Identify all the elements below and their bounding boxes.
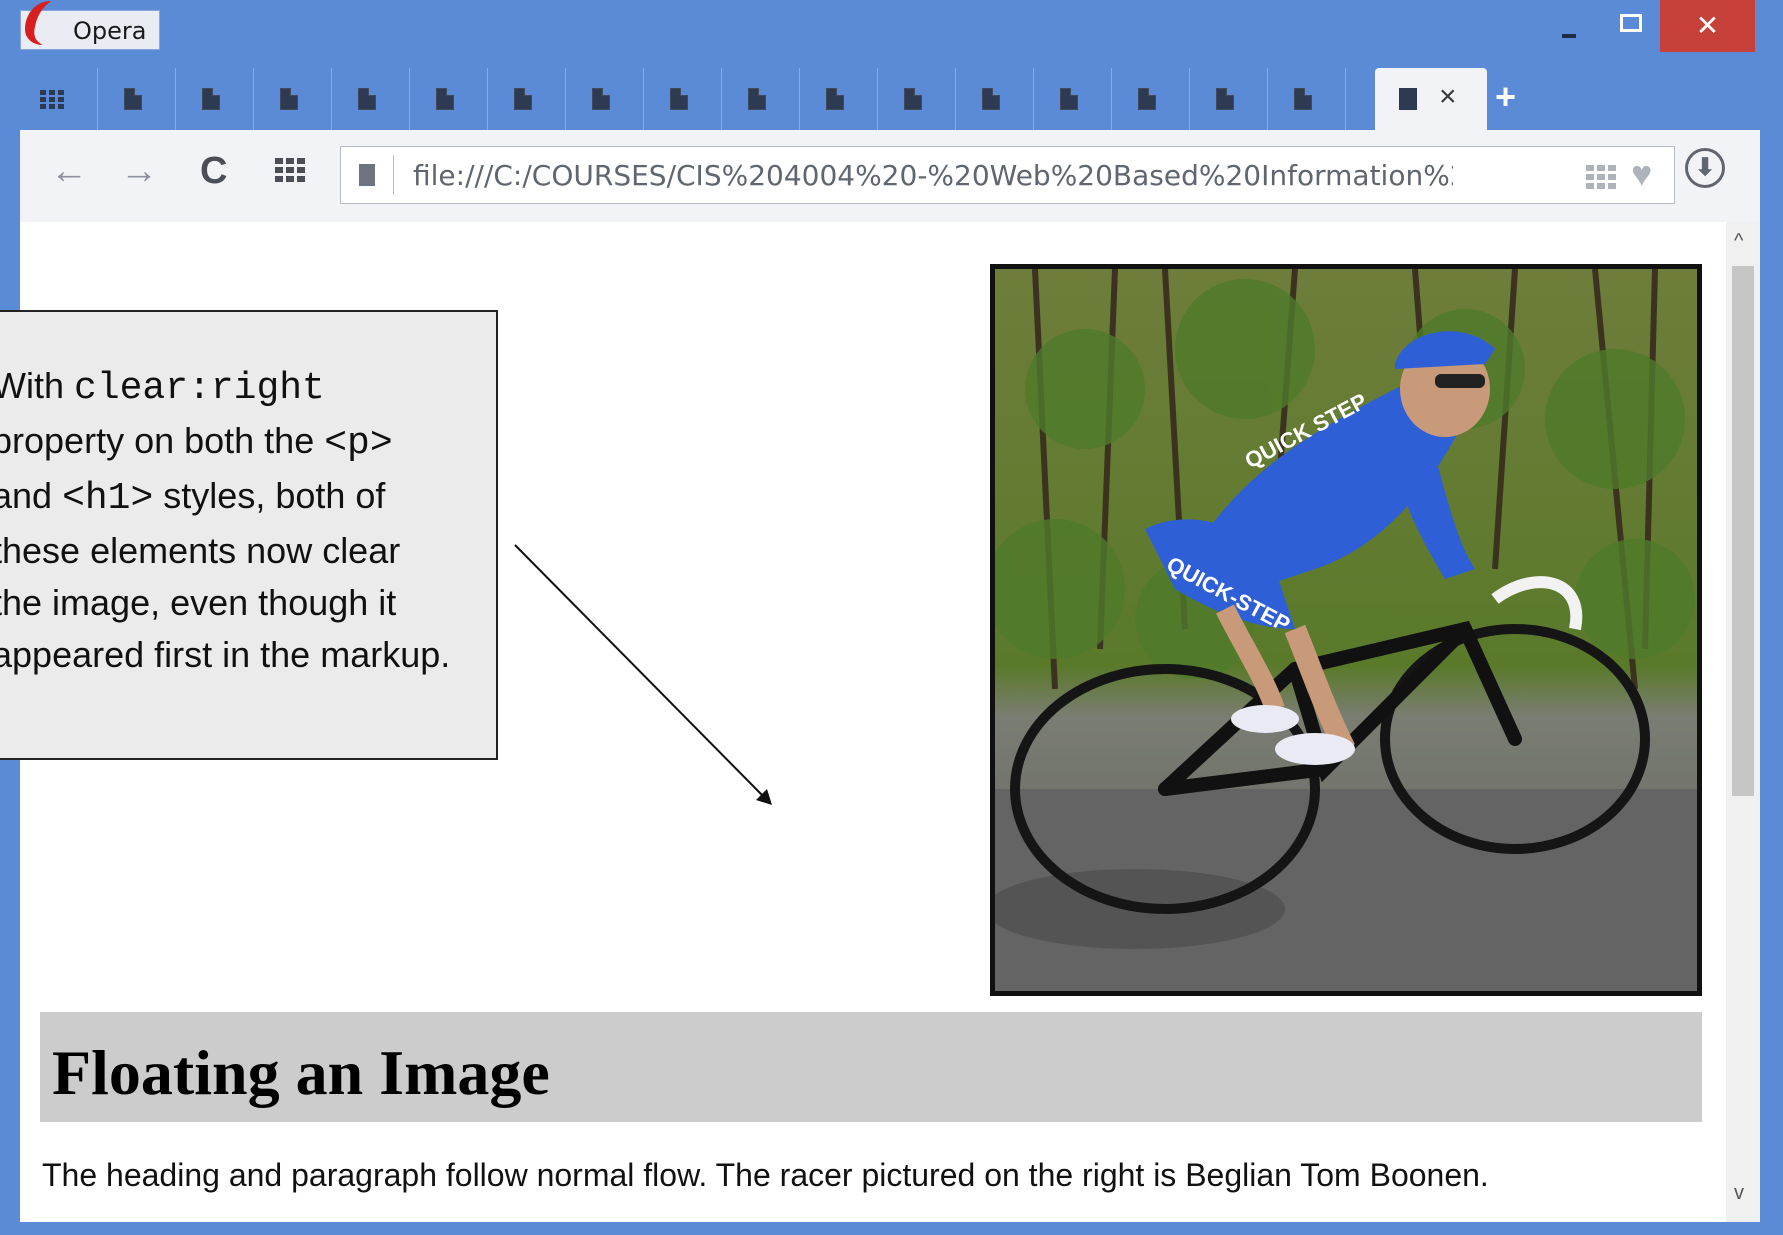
page-icon (436, 88, 454, 110)
page-icon (1399, 88, 1417, 110)
tab-page[interactable] (566, 68, 644, 130)
callout-text: With clear:right property on both the <p… (0, 360, 452, 681)
page-icon (982, 88, 1000, 110)
scroll-up-icon[interactable]: ^ (1734, 230, 1743, 253)
tab-page[interactable] (254, 68, 332, 130)
page-icon (1294, 88, 1312, 110)
tab-page[interactable] (644, 68, 722, 130)
tab-page[interactable] (1268, 68, 1346, 130)
tab-strip: × + (20, 68, 1760, 130)
back-icon[interactable]: ← (50, 150, 88, 193)
close-tab-icon[interactable]: × (1439, 80, 1457, 114)
page-icon (748, 88, 766, 110)
minimize-icon (1562, 34, 1576, 38)
callout-part: property on both the (0, 420, 325, 461)
page-paragraph: The heading and paragraph follow normal … (42, 1157, 1489, 1193)
browser-toolbar: ← → C file:///C:/COURSES/CIS%204004%20-%… (20, 130, 1760, 223)
page-icon (359, 164, 375, 186)
divider (393, 155, 394, 195)
tab-page[interactable] (956, 68, 1034, 130)
heading-bar: Floating an Image (40, 1012, 1702, 1122)
tab-speed-dial[interactable] (20, 68, 98, 130)
cyclist-image: QUICK STEP QUICK-STEP (990, 264, 1702, 996)
page-icon (826, 88, 844, 110)
speed-dial-icon (40, 90, 68, 110)
page-heading: Floating an Image (52, 1037, 550, 1108)
maximize-icon (1620, 14, 1642, 32)
tab-page[interactable] (1190, 68, 1268, 130)
minimize-button[interactable] (1535, 0, 1605, 52)
scroll-down-icon[interactable]: v (1734, 1182, 1744, 1205)
page-icon (514, 88, 532, 110)
tab-page[interactable] (722, 68, 800, 130)
page-icon (202, 88, 220, 110)
tab-page[interactable] (1112, 68, 1190, 130)
callout-part: With (0, 365, 75, 406)
page-icon (124, 88, 142, 110)
tab-page[interactable] (176, 68, 254, 130)
address-input[interactable]: file:///C:/COURSES/CIS%204004%20-%20Web%… (413, 159, 1453, 192)
annotation-callout: With clear:right property on both the <p… (0, 310, 498, 760)
vertical-scrollbar[interactable]: ^ v (1726, 222, 1760, 1222)
callout-code: <h1> (62, 477, 154, 520)
browser-window: Opera ✕ × + ← → C file:///C:/COURSES/CIS… (0, 0, 1783, 1235)
tab-page[interactable] (1034, 68, 1112, 130)
tab-page[interactable] (488, 68, 566, 130)
callout-code: <p> (324, 422, 393, 465)
page-icon (280, 88, 298, 110)
page-icon (1216, 88, 1234, 110)
reload-icon[interactable]: C (200, 150, 227, 193)
address-bar[interactable]: file:///C:/COURSES/CIS%204004%20-%20Web%… (340, 146, 1675, 204)
page-icon (592, 88, 610, 110)
page-icon (1138, 88, 1156, 110)
active-tab[interactable]: × (1375, 68, 1487, 130)
callout-part: and (0, 475, 53, 516)
page-icon (1060, 88, 1078, 110)
title-bar[interactable]: Opera ✕ (0, 0, 1783, 62)
heart-icon[interactable]: ♥ (1631, 153, 1652, 195)
tab-page[interactable] (800, 68, 878, 130)
close-window-button[interactable]: ✕ (1660, 0, 1755, 52)
speed-dial-icon[interactable] (275, 158, 307, 184)
download-icon[interactable]: ⬇ (1685, 148, 1725, 188)
callout-code: clear:right (74, 367, 325, 410)
tab-page[interactable] (98, 68, 176, 130)
page-icon (358, 88, 376, 110)
tab-page[interactable] (878, 68, 956, 130)
app-name: Opera (73, 17, 147, 45)
cyclist-illustration: QUICK STEP QUICK-STEP (995, 269, 1697, 991)
forward-icon[interactable]: → (120, 150, 158, 193)
speed-dial-add-icon[interactable] (1586, 165, 1616, 189)
scroll-thumb[interactable] (1732, 266, 1754, 796)
tab-page[interactable] (332, 68, 410, 130)
page-icon (670, 88, 688, 110)
page-icon (904, 88, 922, 110)
app-menu-button[interactable]: Opera (20, 1, 160, 50)
close-icon: ✕ (1695, 10, 1720, 41)
opera-logo-icon (25, 1, 51, 45)
new-tab-button[interactable]: + (1495, 76, 1516, 118)
tab-page[interactable] (410, 68, 488, 130)
